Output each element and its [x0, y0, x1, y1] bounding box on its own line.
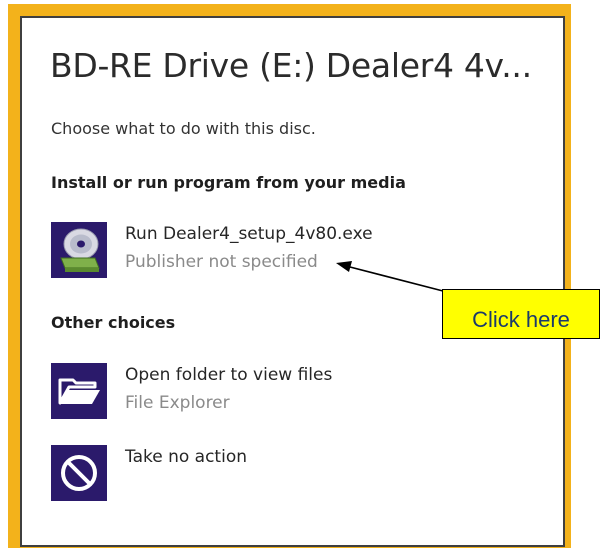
click-here-callout: Click here	[442, 289, 600, 339]
callout-text: Click here	[472, 307, 570, 332]
callout-arrow	[336, 261, 444, 292]
